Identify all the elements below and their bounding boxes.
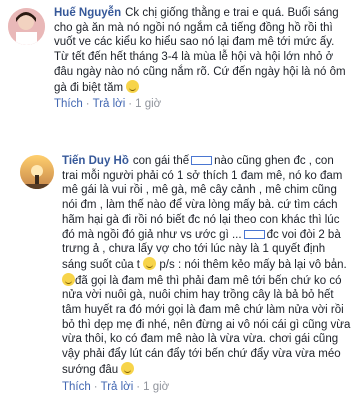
smile-emoji-icon [62,272,75,286]
like-link[interactable]: Thích [54,98,83,110]
avatar[interactable] [20,155,54,189]
placeholder-box-icon [191,156,213,166]
smile-emoji-icon [121,361,135,375]
comment-text: Ck chị giống thằng e trai e quá. Buổi sá… [54,7,346,94]
reply-link[interactable]: Trả lời [101,381,134,393]
timestamp[interactable]: 1 giờ [143,381,169,393]
comment-text: con gái thế [132,155,190,167]
author-name[interactable]: Huế Nguyễn [54,7,121,19]
comment-actions: Thích · Trả lời · 1 giờ [62,380,170,393]
like-link[interactable]: Thích [62,381,91,393]
smile-emoji-icon [126,79,140,93]
comment-body: Huế Nguyễn Ck chị giống thằng e trai e qu… [54,6,350,95]
avatar[interactable] [8,8,45,45]
comment-text: p/s : nói thêm kẻo mấy bà lại vô ba̓n. [159,258,347,271]
comment-body: Tiến Duy Hồ con gái thế nào cũng ghen đc ,… [62,154,352,378]
placeholder-box-icon [243,229,265,239]
smile-emoji-icon [143,256,157,270]
author-name[interactable]: Tiến Duy Hồ [62,155,129,167]
timestamp[interactable]: 1 giờ [135,98,161,110]
comment-text: đã gọi là đam mê thì phải đam mê tới bến… [62,274,351,376]
reply-link[interactable]: Trả lời [93,98,126,110]
comment-actions: Thích · Trả lời · 1 giờ [54,98,162,111]
